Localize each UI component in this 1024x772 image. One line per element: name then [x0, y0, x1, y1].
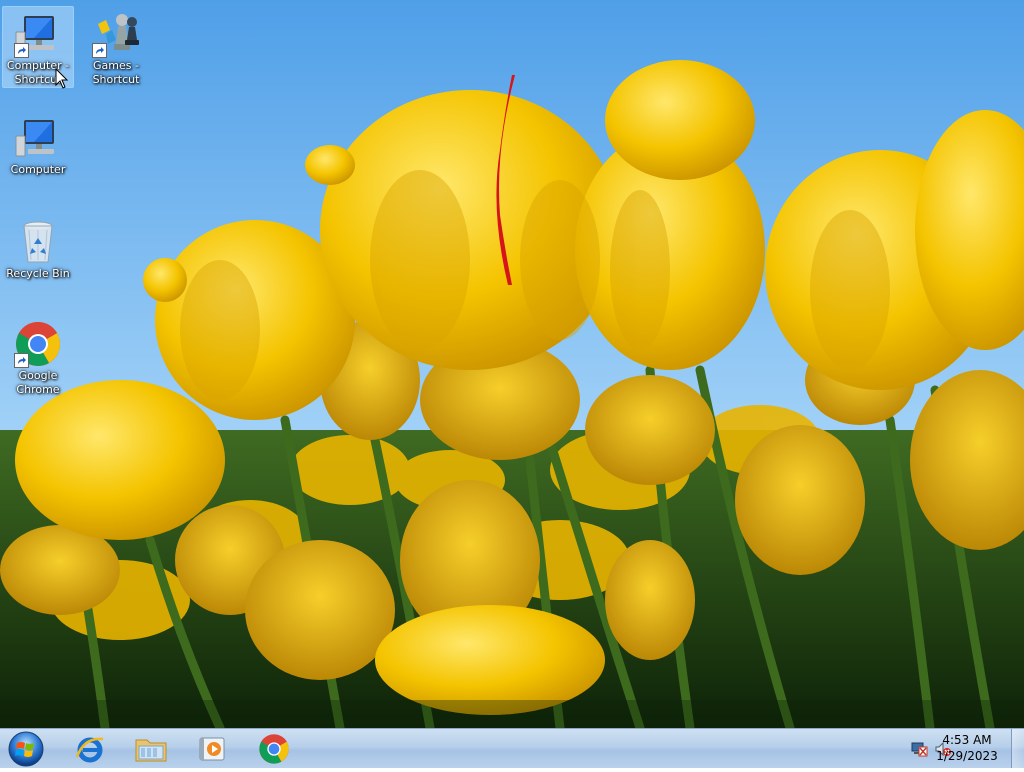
desktop-icon-label: Games - Shortcut	[92, 59, 140, 86]
recycle-bin-icon	[14, 218, 62, 266]
desktop-icon-label: Recycle Bin	[6, 267, 70, 280]
desktop-icon-computer[interactable]: Computer	[2, 110, 74, 180]
shortcut-arrow-icon	[14, 43, 29, 58]
network-icon[interactable]	[910, 741, 928, 757]
desktop-icon-recycle-bin[interactable]: Recycle Bin	[2, 214, 74, 284]
chrome-icon	[14, 320, 62, 368]
windows-explorer-icon	[135, 739, 167, 762]
taskbar-media-player[interactable]	[184, 731, 240, 767]
taskbar-clock[interactable]: 4:53 AM 1/29/2023	[932, 732, 1002, 764]
taskbar: 4:53 AM 1/29/2023	[0, 728, 1024, 768]
internet-explorer-icon	[75, 737, 104, 763]
system-tray: 4:53 AM 1/29/2023	[884, 729, 1024, 768]
start-button[interactable]	[4, 730, 48, 768]
show-desktop-button[interactable]	[1011, 729, 1024, 768]
clock-time: 4:53 AM	[942, 733, 992, 747]
taskbar-windows-explorer[interactable]	[123, 731, 179, 767]
desktop-wallpaper	[0, 0, 1024, 768]
mouse-cursor-icon	[55, 68, 69, 89]
shortcut-arrow-icon	[14, 353, 29, 368]
shortcut-arrow-icon	[92, 43, 107, 58]
taskbar-internet-explorer[interactable]	[62, 731, 118, 767]
chrome-icon	[259, 734, 289, 764]
desktop-icon-google-chrome[interactable]: Google Chrome	[2, 316, 74, 400]
desktop-icon-games-shortcut[interactable]: Games - Shortcut	[80, 6, 152, 88]
windows-logo-icon	[8, 731, 44, 767]
games-icon	[92, 10, 140, 58]
clock-date: 1/29/2023	[936, 749, 998, 763]
taskbar-google-chrome[interactable]	[246, 731, 302, 767]
computer-icon	[14, 10, 62, 58]
desktop-icon-label: Google Chrome	[16, 369, 60, 396]
desktop-icon-label: Computer	[10, 163, 66, 176]
media-player-icon	[199, 737, 225, 761]
computer-icon	[14, 114, 62, 162]
